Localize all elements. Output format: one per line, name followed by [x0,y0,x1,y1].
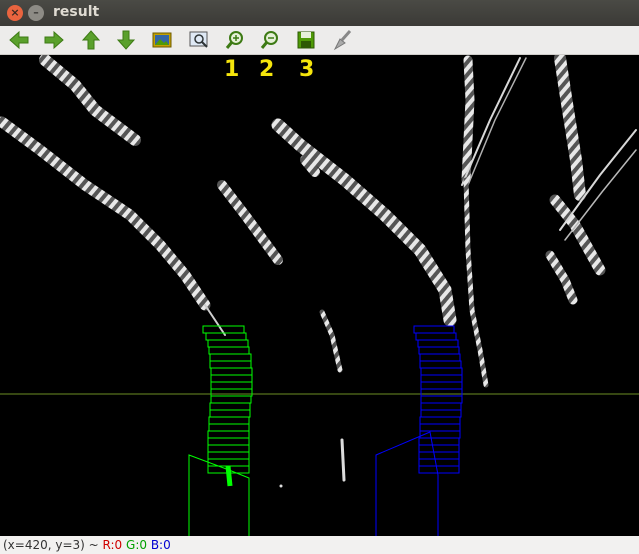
zoom-in-button[interactable] [222,27,248,53]
save-icon [297,31,315,49]
properties-button[interactable] [329,27,355,53]
arrow-right-icon [44,30,64,50]
cursor-coordinates: (x=420, y=3) ~ [3,538,103,552]
left-lane-windows [188,325,253,536]
image-canvas[interactable]: 1 2 3 [0,55,639,536]
lane-markings [0,55,637,488]
zoom-fit-button[interactable] [186,27,212,53]
arrow-down-icon [116,30,136,50]
toolbar [0,26,639,55]
annotation-label-2: 2 [259,57,275,82]
title-bar: × – result [0,0,639,26]
minimize-icon[interactable]: – [28,5,44,21]
brush-icon [333,30,352,51]
right-lane-windows [375,325,463,536]
pan-right-button[interactable] [41,27,67,53]
pan-up-button[interactable] [78,27,104,53]
arrow-up-icon [81,30,101,50]
lane-detection-image [0,55,639,536]
zoom-original-button[interactable] [149,27,175,53]
blue-value: B:0 [150,538,171,552]
zoom-out-icon [260,31,278,49]
pan-down-button[interactable] [113,27,139,53]
arrow-left-icon [9,30,29,50]
close-icon[interactable]: × [7,5,23,21]
annotation-label-1: 1 [224,57,240,82]
pan-left-button[interactable] [6,27,32,53]
image-icon [152,32,172,48]
zoom-in-icon [225,31,243,49]
window-title: result [53,4,100,20]
save-button[interactable] [293,27,319,53]
red-value: R:0 [102,538,123,552]
zoom-out-button[interactable] [257,27,283,53]
status-readout: (x=420, y=3) ~ R:0 G:0 B:0 [3,536,171,554]
zoom-fit-icon [189,31,208,48]
status-bar: (x=420, y=3) ~ R:0 G:0 B:0 [0,536,639,554]
annotation-label-3: 3 [299,57,315,82]
green-value: G:0 [126,538,147,552]
